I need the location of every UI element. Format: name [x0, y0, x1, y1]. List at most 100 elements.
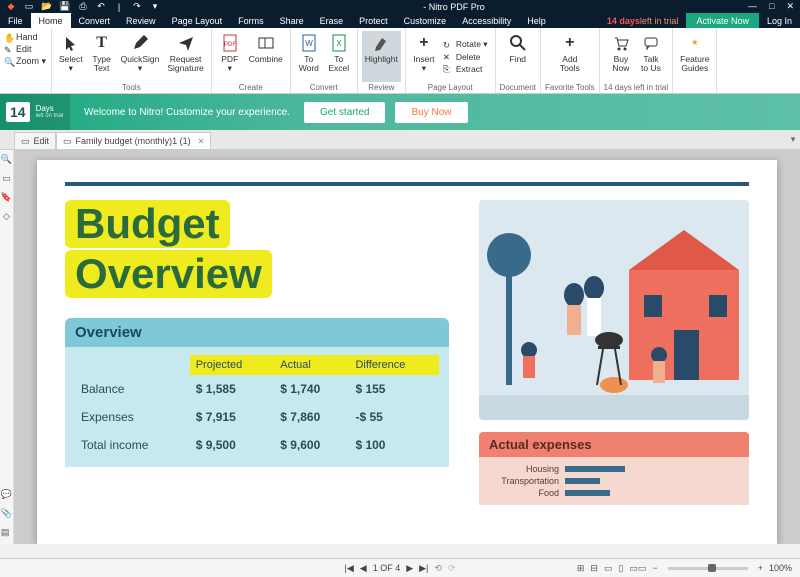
page-rule [65, 182, 749, 186]
find-icon [508, 33, 528, 53]
print-icon[interactable]: ⎙ [78, 2, 88, 12]
minimize-button[interactable]: — [748, 1, 757, 12]
pdf-icon: PDF [220, 33, 240, 53]
expense-row: Food [489, 487, 739, 499]
tab-forms[interactable]: Forms [230, 13, 272, 28]
tab-file[interactable]: File [0, 13, 31, 28]
table-row: Balance$ 1,585$ 1,740$ 155 [75, 375, 439, 403]
rotate-icon: ↻ [443, 40, 453, 50]
nav-fwd-icon[interactable]: ⟳ [448, 563, 456, 574]
group-label: Create [239, 82, 263, 92]
type-text-button[interactable]: TTypeText [88, 31, 116, 82]
group-label: Favorite Tools [545, 82, 595, 92]
quicksign-button[interactable]: QuickSign▾ [118, 31, 163, 82]
select-button[interactable]: Select▾ [56, 31, 86, 82]
edit-tab[interactable]: ▭Edit [14, 132, 56, 149]
tab-protect[interactable]: Protect [351, 13, 396, 28]
get-started-button[interactable]: Get started [304, 102, 385, 123]
open-icon[interactable]: 📂 [42, 2, 52, 12]
zoom-tool[interactable]: 🔍Zoom ▾ [4, 55, 47, 68]
continuous-icon[interactable]: ▯ [618, 563, 623, 574]
login-button[interactable]: Log In [759, 13, 800, 28]
attachments-panel-icon[interactable]: 📎 [1, 508, 12, 519]
save-icon[interactable]: 💾 [60, 2, 70, 12]
find-button[interactable]: Find [504, 31, 532, 82]
zoom-slider[interactable] [668, 567, 748, 570]
highlight-button[interactable]: Highlight [362, 31, 401, 82]
tab-help[interactable]: Help [519, 13, 554, 28]
edit-icon: ▭ [21, 136, 30, 147]
tab-page-layout[interactable]: Page Layout [164, 13, 231, 28]
col-difference: Difference [349, 355, 439, 375]
edit-tool[interactable]: ✎Edit [4, 43, 47, 55]
comments-panel-icon[interactable]: 💬 [1, 489, 12, 500]
activate-button[interactable]: Activate Now [686, 13, 759, 28]
buy-now-button[interactable]: Buy Now [395, 102, 467, 123]
pdf-button[interactable]: PDFPDF▾ [216, 31, 244, 82]
extract-icon: ⎘ [443, 64, 453, 74]
tab-accessibility[interactable]: Accessibility [454, 13, 519, 28]
close-tab-icon[interactable]: ✕ [198, 137, 205, 146]
zoom-icon: 🔍 [4, 57, 13, 66]
request-signature-button[interactable]: RequestSignature [164, 31, 206, 82]
prev-page-icon[interactable]: ◀ [360, 563, 367, 574]
fit-width-icon[interactable]: ⊞ [577, 563, 585, 574]
document-tabs: ▭Edit ▭Family budget (monthly)1 (1)✕ ▾ [0, 130, 800, 150]
zoom-in-icon[interactable]: + [758, 563, 763, 573]
table-row: Expenses$ 7,915$ 7,860-$ 55 [75, 403, 439, 431]
buy-now-button[interactable]: BuyNow [607, 31, 635, 82]
tab-customize[interactable]: Customize [396, 13, 455, 28]
last-page-icon[interactable]: ▶| [419, 563, 428, 574]
to-excel-button[interactable]: XToExcel [325, 31, 353, 82]
rotate-button[interactable]: ↻Rotate ▾ [440, 38, 491, 51]
tab-erase[interactable]: Erase [312, 13, 352, 28]
delete-button[interactable]: ✕Delete [440, 51, 491, 63]
maximize-button[interactable]: □ [769, 1, 774, 12]
expense-bar [565, 478, 600, 484]
window-title: - Nitro PDF Pro [160, 2, 748, 12]
close-button[interactable]: ✕ [786, 1, 794, 12]
left-sidebar: 🔍 ▭ 🔖 ◇ 💬 📎 ▤ [0, 150, 14, 544]
tab-overflow-icon[interactable]: ▾ [786, 130, 800, 149]
add-tools-button[interactable]: +AddTools [556, 31, 584, 82]
single-page-icon[interactable]: ▭ [604, 563, 613, 574]
pages-panel-icon[interactable]: ▭ [2, 173, 11, 184]
next-page-icon[interactable]: ▶ [406, 563, 413, 574]
qat-dropdown-icon[interactable]: ▾ [150, 2, 160, 12]
zoom-out-icon[interactable]: − [652, 563, 657, 573]
combine-button[interactable]: Combine [246, 31, 286, 82]
expense-bar [565, 466, 625, 472]
overview-box: Overview Projected Actual Difference Bal… [65, 318, 449, 467]
search-panel-icon[interactable]: 🔍 [1, 154, 12, 165]
col-actual: Actual [274, 355, 349, 375]
first-page-icon[interactable]: |◀ [345, 563, 354, 574]
pdf-page: Budget Overview Overview Projected Actua… [37, 160, 777, 544]
expense-row: Housing [489, 463, 739, 475]
expense-bar [565, 490, 610, 496]
extract-button[interactable]: ⎘Extract [440, 63, 491, 75]
undo-icon[interactable]: ↶ [96, 2, 106, 12]
to-word-button[interactable]: WToWord [295, 31, 323, 82]
bookmarks-panel-icon[interactable]: 🔖 [1, 192, 12, 203]
feature-guides-button[interactable]: ★FeatureGuides [677, 31, 712, 91]
layers-panel-icon[interactable]: ▤ [1, 527, 12, 538]
redo-icon[interactable]: ↷ [132, 2, 142, 12]
nav-back-icon[interactable]: ⟲ [434, 563, 442, 574]
fit-page-icon[interactable]: ⊟ [590, 563, 598, 574]
tab-review[interactable]: Review [118, 13, 164, 28]
illustration [479, 200, 749, 420]
new-icon[interactable]: ▭ [24, 2, 34, 12]
tag-panel-icon[interactable]: ◇ [3, 211, 10, 222]
welcome-message: Welcome to Nitro! Customize your experie… [70, 107, 304, 118]
tab-home[interactable]: Home [31, 13, 71, 28]
tab-convert[interactable]: Convert [71, 13, 119, 28]
tab-share[interactable]: Share [272, 13, 312, 28]
facing-icon[interactable]: ▭▭ [629, 563, 646, 574]
hand-tool[interactable]: ✋Hand [4, 31, 47, 43]
talk-to-us-button[interactable]: Talkto Us [637, 31, 665, 82]
document-canvas[interactable]: Budget Overview Overview Projected Actua… [14, 150, 800, 544]
document-tab[interactable]: ▭Family budget (monthly)1 (1)✕ [56, 132, 211, 149]
insert-button[interactable]: +Insert▾ [410, 31, 438, 82]
expense-row: Transportation [489, 475, 739, 487]
ribbon-group-: ★FeatureGuides [673, 28, 717, 93]
